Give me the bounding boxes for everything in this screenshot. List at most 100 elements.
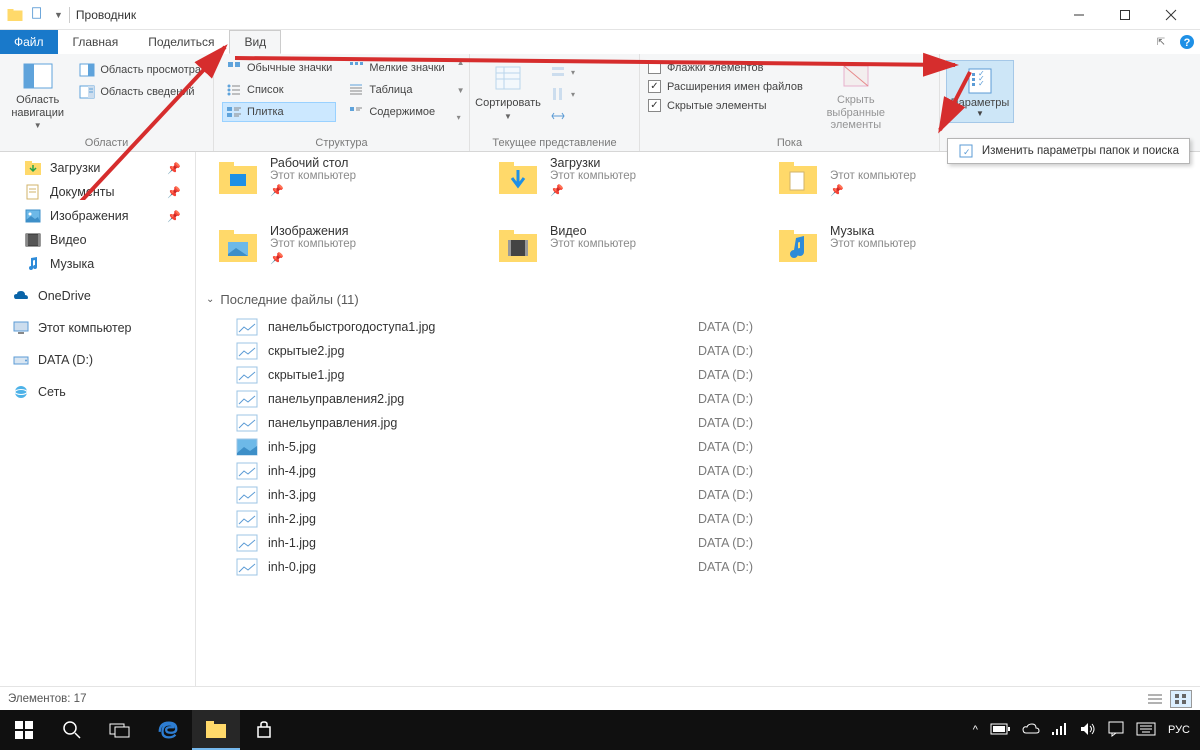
layout-large-icons[interactable]: Обычные значки bbox=[222, 58, 336, 78]
sidebar-item-pictures[interactable]: Изображения 📌 bbox=[0, 204, 195, 228]
folder-videos[interactable]: Видео Этот компьютер bbox=[496, 224, 736, 268]
file-row[interactable]: inh-3.jpgDATA (D:) bbox=[206, 483, 1190, 507]
content-area: Рабочий стол Этот компьютер 📌 Загрузки Э… bbox=[196, 152, 1200, 710]
documents-icon bbox=[24, 183, 42, 201]
view-tiles-button[interactable] bbox=[1170, 690, 1192, 708]
tab-home[interactable]: Главная bbox=[58, 30, 134, 54]
options-dropdown-item[interactable]: ✓ Изменить параметры папок и поиска bbox=[947, 138, 1190, 164]
image-file-icon bbox=[236, 438, 258, 456]
recent-files-header[interactable]: ⌄ Последние файлы (11) bbox=[206, 292, 1190, 307]
network-tray-icon[interactable] bbox=[1052, 722, 1068, 739]
svg-text:✓: ✓ bbox=[978, 79, 985, 88]
search-button[interactable] bbox=[48, 710, 96, 750]
navigation-pane-button[interactable]: Область навигации ▼ bbox=[8, 58, 67, 132]
onedrive-tray-icon[interactable] bbox=[1022, 723, 1040, 738]
qat-dropdown-icon[interactable]: ▼ bbox=[54, 10, 63, 20]
file-row[interactable]: inh-0.jpgDATA (D:) bbox=[206, 555, 1190, 579]
file-name: скрытые1.jpg bbox=[268, 368, 698, 382]
downloads-icon bbox=[24, 159, 42, 177]
sort-button[interactable]: Сортировать ▼ bbox=[478, 61, 538, 123]
file-row[interactable]: скрытые2.jpgDATA (D:) bbox=[206, 339, 1190, 363]
file-name: inh-4.jpg bbox=[268, 464, 698, 478]
layout-details[interactable]: Таблица bbox=[344, 80, 448, 100]
scroll-up-icon[interactable]: ▲ bbox=[457, 58, 465, 67]
hide-selected-button[interactable]: Скрыть выбранные элементы bbox=[811, 58, 901, 134]
file-row[interactable]: inh-1.jpgDATA (D:) bbox=[206, 531, 1190, 555]
tab-view[interactable]: Вид bbox=[229, 30, 281, 54]
file-location: DATA (D:) bbox=[698, 440, 753, 454]
qat-doc-icon[interactable] bbox=[30, 6, 48, 24]
image-file-icon bbox=[236, 342, 258, 360]
add-columns-button[interactable]: ▾ bbox=[546, 84, 579, 104]
close-button[interactable] bbox=[1148, 0, 1194, 30]
checkbox-item-checkboxes[interactable]: Флажки элементов bbox=[648, 60, 803, 75]
details-pane-button[interactable]: Область сведений bbox=[75, 82, 205, 102]
chevron-down-icon: ▼ bbox=[34, 121, 42, 130]
folder-icon bbox=[776, 224, 820, 268]
network-icon bbox=[12, 383, 30, 401]
statusbar: Элементов: 17 bbox=[0, 686, 1200, 710]
task-view-button[interactable] bbox=[96, 710, 144, 750]
file-row[interactable]: inh-2.jpgDATA (D:) bbox=[206, 507, 1190, 531]
maximize-button[interactable] bbox=[1102, 0, 1148, 30]
tab-share[interactable]: Поделиться bbox=[133, 30, 229, 54]
sidebar-item-thispc[interactable]: Этот компьютер bbox=[0, 316, 195, 340]
store-button[interactable] bbox=[240, 710, 288, 750]
file-row[interactable]: панельуправления2.jpgDATA (D:) bbox=[206, 387, 1190, 411]
expand-icon[interactable]: ▾ bbox=[457, 113, 465, 122]
tab-file[interactable]: Файл bbox=[0, 30, 58, 54]
file-row[interactable]: панельуправления.jpgDATA (D:) bbox=[206, 411, 1190, 435]
group-by-button[interactable]: ▾ bbox=[546, 62, 579, 82]
file-name: панельуправления.jpg bbox=[268, 416, 698, 430]
layout-content[interactable]: Содержимое bbox=[344, 102, 448, 122]
file-row[interactable]: панельбыстрогодоступа1.jpgDATA (D:) bbox=[206, 315, 1190, 339]
help-icon[interactable]: ? bbox=[1174, 30, 1200, 54]
folder-music[interactable]: Музыка Этот компьютер bbox=[776, 224, 1016, 268]
sidebar-item-music[interactable]: Музыка bbox=[0, 252, 195, 276]
chevron-down-icon: ▼ bbox=[976, 109, 984, 118]
file-location: DATA (D:) bbox=[698, 320, 753, 334]
file-row[interactable]: inh-4.jpgDATA (D:) bbox=[206, 459, 1190, 483]
preview-pane-label: Область просмотра bbox=[100, 64, 201, 76]
input-lang[interactable]: РУС bbox=[1168, 724, 1190, 736]
checkbox-hidden-items[interactable]: Скрытые элементы bbox=[648, 98, 803, 113]
view-details-button[interactable] bbox=[1144, 690, 1166, 708]
folder-pictures[interactable]: Изображения Этот компьютер 📌 bbox=[216, 224, 456, 268]
minimize-ribbon-icon[interactable]: ⇱ bbox=[1148, 30, 1174, 54]
file-row[interactable]: скрытые1.jpgDATA (D:) bbox=[206, 363, 1190, 387]
sidebar-item-documents[interactable]: Документы 📌 bbox=[0, 180, 195, 204]
sidebar-item-downloads[interactable]: Загрузки 📌 bbox=[0, 156, 195, 180]
image-file-icon bbox=[236, 462, 258, 480]
sidebar-item-data-drive[interactable]: DATA (D:) bbox=[0, 348, 195, 372]
action-center-icon[interactable] bbox=[1108, 721, 1124, 740]
folder-downloads[interactable]: Загрузки Этот компьютер 📌 bbox=[496, 156, 736, 200]
folder-icon bbox=[496, 224, 540, 268]
file-row[interactable]: inh-5.jpgDATA (D:) bbox=[206, 435, 1190, 459]
pin-icon: 📌 bbox=[270, 252, 356, 265]
sidebar-item-videos[interactable]: Видео bbox=[0, 228, 195, 252]
layout-small-icons[interactable]: Мелкие значки bbox=[344, 58, 448, 78]
keyboard-icon[interactable] bbox=[1136, 722, 1156, 739]
checkbox-extensions[interactable]: Расширения имен файлов bbox=[648, 79, 803, 94]
size-columns-button[interactable] bbox=[546, 106, 579, 126]
sidebar-item-onedrive[interactable]: OneDrive bbox=[0, 284, 195, 308]
tray-overflow-icon[interactable]: ^ bbox=[973, 724, 978, 736]
preview-pane-button[interactable]: Область просмотра bbox=[75, 60, 205, 80]
details-pane-label: Область сведений bbox=[100, 86, 194, 98]
file-name: панельуправления2.jpg bbox=[268, 392, 698, 406]
options-button[interactable]: ✓✓✓ Параметры ▼ bbox=[946, 60, 1014, 123]
scroll-down-icon[interactable]: ▼ bbox=[457, 86, 465, 95]
svg-text:?: ? bbox=[1184, 37, 1191, 49]
battery-icon[interactable] bbox=[990, 723, 1010, 738]
computer-icon bbox=[12, 319, 30, 337]
start-button[interactable] bbox=[0, 710, 48, 750]
folder-desktop[interactable]: Рабочий стол Этот компьютер 📌 bbox=[216, 156, 456, 200]
volume-icon[interactable] bbox=[1080, 722, 1096, 739]
explorer-taskbar-button[interactable] bbox=[192, 710, 240, 750]
layout-list[interactable]: Список bbox=[222, 80, 336, 100]
chevron-down-icon: ⌄ bbox=[206, 294, 214, 305]
layout-tiles[interactable]: Плитка bbox=[222, 102, 336, 122]
minimize-button[interactable] bbox=[1056, 0, 1102, 30]
sidebar-item-network[interactable]: Сеть bbox=[0, 380, 195, 404]
edge-button[interactable] bbox=[144, 710, 192, 750]
